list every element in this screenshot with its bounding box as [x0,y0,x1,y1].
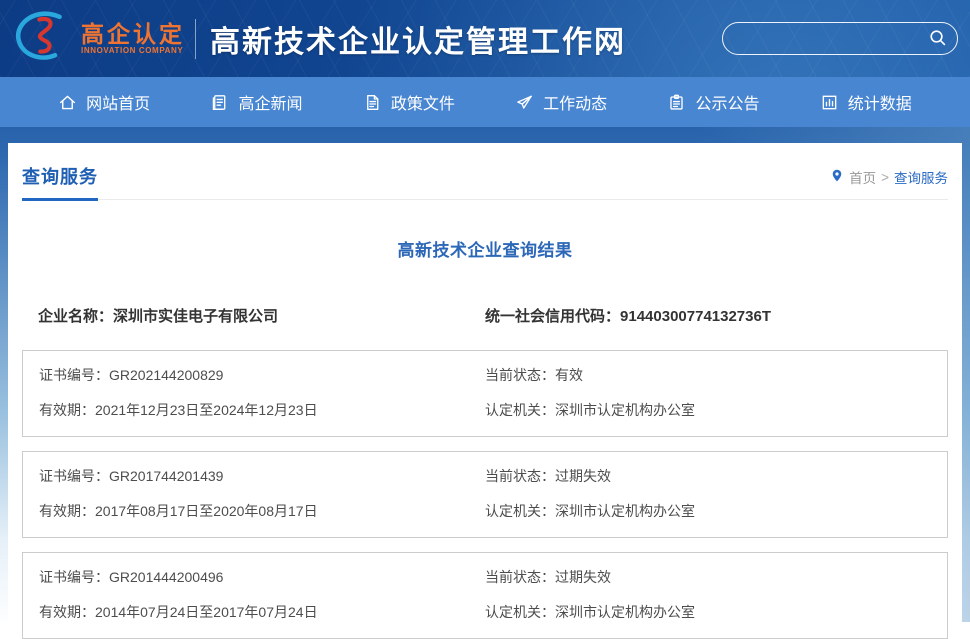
content-container: 查询服务 首页 > 查询服务 高新技术企业查询结果 企业名称：深圳市实佳电子有限… [8,143,962,622]
search-icon [928,28,947,50]
nav-item-label: 工作动态 [543,90,607,114]
site-header: 高企认定 INNOVATION COMPANY 高新技术企业认定管理工作网 [0,0,970,77]
nav-item-policy[interactable]: 政策文件 [363,90,455,114]
nav-item-news[interactable]: 高企新闻 [210,90,302,114]
logo-link[interactable]: 高企认定 INNOVATION COMPANY [12,8,185,69]
nav-item-updates[interactable]: 工作动态 [515,90,607,114]
cert-number: 证书编号：GR201444200496 [39,568,485,586]
cert-number: 证书编号：GR202144200829 [39,366,485,384]
company-name: 企业名称：深圳市实佳电子有限公司 [38,305,485,326]
status-value: 有效 [555,367,583,383]
breadcrumb-current[interactable]: 查询服务 [894,167,948,187]
certificate-list: 证书编号：GR202144200829 当前状态：有效 有效期：2021年12月… [22,350,948,639]
nav-item-statistics[interactable]: 统计数据 [820,90,912,114]
certificate-card: 证书编号：GR202144200829 当前状态：有效 有效期：2021年12月… [22,350,948,437]
cert-validity: 有效期：2021年12月23日至2024年12月23日 [39,401,485,419]
chart-icon [820,93,839,112]
nav-item-label: 高企新闻 [238,90,302,114]
nav-item-label: 政策文件 [391,90,455,114]
breadcrumb: 首页 > 查询服务 [830,167,948,199]
result-title: 高新技术企业查询结果 [8,236,962,261]
nav-item-home[interactable]: 网站首页 [58,90,150,114]
cert-authority: 认定机关：深圳市认定机构办公室 [485,401,947,419]
cert-authority: 认定机关：深圳市认定机构办公室 [485,502,947,520]
header-divider [195,19,196,59]
cert-authority: 认定机关：深圳市认定机构办公室 [485,603,947,621]
nav-item-label: 网站首页 [86,90,150,114]
main-navigation: 网站首页 高企新闻 政策文件 工作动态 [0,77,970,127]
status-value: 过期失效 [555,468,611,484]
logo-title: 高企认定 [81,22,185,46]
search-box [722,22,958,55]
paper-plane-icon [515,93,534,112]
search-button[interactable] [926,28,957,50]
breadcrumb-home-link[interactable]: 首页 [849,167,876,187]
section-head: 查询服务 首页 > 查询服务 [22,143,948,200]
cert-status: 当前状态：有效 [485,366,947,384]
logo-subtitle: INNOVATION COMPANY [81,46,185,55]
logo-mark-icon [12,8,76,69]
cert-validity: 有效期：2014年07月24日至2017年07月24日 [39,603,485,621]
nav-item-label: 统计数据 [848,90,912,114]
nav-item-label: 公示公告 [695,90,759,114]
policy-icon [363,93,382,112]
location-pin-icon [830,168,844,186]
status-value: 过期失效 [555,569,611,585]
announcement-icon [667,93,686,112]
company-info-row: 企业名称：深圳市实佳电子有限公司 统一社会信用代码：91440300774132… [22,305,948,326]
cert-validity: 有效期：2017年08月17日至2020年08月17日 [39,502,485,520]
cert-status: 当前状态：过期失效 [485,467,947,485]
certificate-card: 证书编号：GR201744201439 当前状态：过期失效 有效期：2017年0… [22,451,948,538]
news-icon [210,93,229,112]
credit-code: 统一社会信用代码：91440300774132736T [485,305,948,326]
certificate-card: 证书编号：GR201444200496 当前状态：过期失效 有效期：2014年0… [22,552,948,639]
home-icon [58,93,77,112]
search-input[interactable] [723,31,926,47]
cert-status: 当前状态：过期失效 [485,568,947,586]
page-title: 查询服务 [22,163,98,201]
site-title: 高新技术企业认定管理工作网 [210,17,626,61]
breadcrumb-separator: > [881,170,889,185]
cert-number: 证书编号：GR201744201439 [39,467,485,485]
nav-item-announcements[interactable]: 公示公告 [667,90,759,114]
